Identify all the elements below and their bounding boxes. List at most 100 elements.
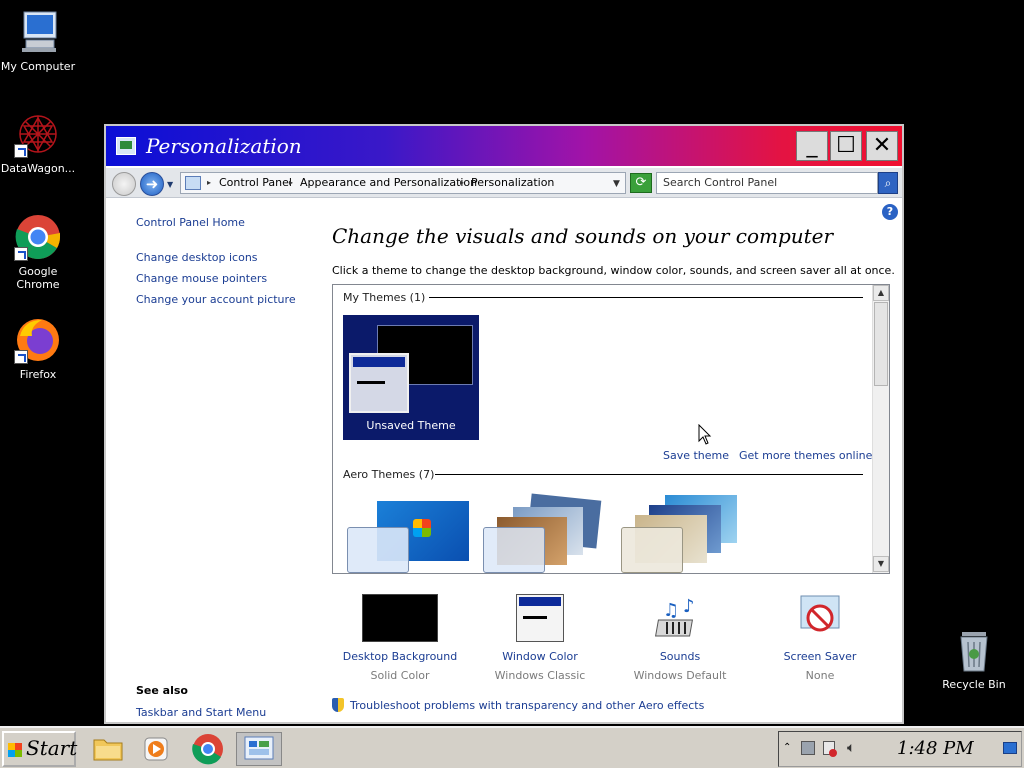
desktop-background-setting[interactable]: Desktop Background Solid Color [330,594,470,682]
aero-themes-header: Aero Themes (7) [343,468,435,481]
minimize-button[interactable]: _ [796,131,828,161]
divider [435,474,863,475]
themes-list[interactable]: My Themes (1) Unsaved Theme Save theme G… [332,284,890,574]
control-panel-home-link[interactable]: Control Panel Home [136,216,245,229]
show-hidden-icons-icon[interactable]: ⌃ [783,742,791,753]
screen-saver-icon [781,594,859,644]
setting-label[interactable]: Sounds [610,650,750,663]
theme-unsaved[interactable]: Unsaved Theme [343,315,479,440]
themes-scrollbar[interactable]: ▲ ▼ [872,285,889,573]
folder-icon [93,739,123,761]
chrome-icon [14,213,62,261]
network-icon[interactable] [801,741,815,755]
back-button[interactable] [112,172,136,196]
theme-windows-7[interactable] [347,499,471,573]
desktop-icon-recycle-bin[interactable]: Recycle Bin [936,626,1012,691]
screen-saver-setting[interactable]: Screen Saver None [750,594,890,682]
sounds-setting[interactable]: ♫ ♪ Sounds Windows Default [610,594,750,682]
personalization-window: Personalization _ ☐ ✕ ➜ ▼ ▸ Control Pane… [104,124,904,724]
maximize-button[interactable]: ☐ [830,131,862,161]
volume-icon[interactable]: 🔈︎ [847,740,855,756]
mouse-cursor-icon [698,424,712,445]
show-desktop-icon[interactable] [1003,742,1017,754]
forward-button[interactable]: ➜ [140,172,164,196]
recycle-bin-icon [950,626,998,674]
troubleshoot-label[interactable]: Troubleshoot problems with transparency … [350,699,704,712]
shortcut-arrow-icon [14,247,28,261]
desktop-icon-google-chrome[interactable]: Google Chrome [0,213,76,291]
window-title: Personalization [146,134,302,158]
page-title: Change the visuals and sounds on your co… [332,224,834,248]
desktop-icon-firefox[interactable]: Firefox [0,316,76,381]
media-player-taskbar-button[interactable] [138,732,174,766]
theme-preview-window [349,353,409,413]
scroll-up-icon[interactable]: ▲ [873,285,889,301]
shortcut-arrow-icon [14,144,28,158]
system-tray: ⌃ 🔈︎ 1:48 PM [778,731,1022,767]
chevron-right-icon[interactable]: ▸ [207,178,211,187]
taskbar-start-menu-link[interactable]: Taskbar and Start Menu [136,706,266,719]
breadcrumb-personalization[interactable]: Personalization [471,176,554,189]
chrome-icon [192,734,223,765]
setting-label[interactable]: Window Color [470,650,610,663]
windows-logo-icon [413,519,431,537]
theme-label: Unsaved Theme [366,419,456,432]
control-panel-icon [185,176,201,190]
get-more-themes-link[interactable]: Get more themes online [739,449,872,462]
breadcrumb[interactable]: ▸ Control Panel ▸ Appearance and Persona… [180,172,626,194]
desktop-background-icon [361,594,439,644]
help-icon[interactable]: ? [882,204,898,220]
theme-landscapes[interactable] [621,495,745,573]
see-also-heading: See also [136,684,188,697]
chrome-taskbar-button[interactable] [190,732,226,766]
address-bar: ➜ ▼ ▸ Control Panel ▸ Appearance and Per… [106,168,902,198]
clock[interactable]: 1:48 PM [897,738,974,759]
window-color-setting[interactable]: Window Color Windows Classic [470,594,610,682]
change-account-picture-link[interactable]: Change your account picture [136,293,296,306]
desktop-icon-datawagon[interactable]: DataWagon... [0,110,76,175]
shield-icon [332,698,344,712]
start-button[interactable]: Start [2,731,78,767]
chevron-right-icon[interactable]: ▸ [289,178,293,187]
personalization-taskbar-button[interactable] [236,732,282,766]
start-label: Start [26,736,78,760]
recent-pages-dropdown-icon[interactable]: ▼ [167,180,173,189]
troubleshoot-link[interactable]: Troubleshoot problems with transparency … [332,698,704,712]
svg-text:♪: ♪ [683,596,695,617]
theme-preview-window [483,527,545,573]
sounds-icon: ♫ ♪ [641,594,719,644]
svg-text:♫: ♫ [663,600,679,621]
search-input[interactable]: Search Control Panel [656,172,878,194]
media-player-icon [144,737,168,761]
scroll-thumb[interactable] [874,302,888,386]
theme-architecture[interactable] [483,493,607,573]
windows-logo-icon [8,743,22,757]
setting-value: Windows Classic [494,669,586,682]
setting-label[interactable]: Screen Saver [750,650,890,663]
close-button[interactable]: ✕ [866,131,898,161]
datawagon-icon [14,110,62,158]
refresh-button[interactable]: ⟳ [630,173,652,193]
title-bar[interactable]: Personalization _ ☐ ✕ [106,126,902,166]
search-icon[interactable]: ⌕ [878,172,898,194]
scroll-down-icon[interactable]: ▼ [873,556,889,572]
theme-preview-window [347,527,409,573]
shortcut-arrow-icon [14,350,28,364]
breadcrumb-appearance[interactable]: Appearance and Personalization [300,176,477,189]
computer-icon [14,8,62,56]
desktop-icon-my-computer[interactable]: My Computer [0,8,76,73]
desktop-icon-label: Firefox [19,368,57,381]
address-dropdown-icon[interactable]: ▼ [613,179,620,189]
chevron-right-icon[interactable]: ▸ [460,178,464,187]
setting-value: None [805,669,835,682]
explorer-taskbar-button[interactable] [90,732,126,766]
breadcrumb-control-panel[interactable]: Control Panel [219,176,292,189]
taskbar: Start ⌃ 🔈︎ 1:48 PM [0,726,1024,768]
setting-label[interactable]: Desktop Background [330,650,470,663]
desktop-icon-label: DataWagon... [0,162,76,175]
save-theme-link[interactable]: Save theme [663,449,729,462]
control-panel-icon [244,736,274,760]
change-desktop-icons-link[interactable]: Change desktop icons [136,251,258,264]
action-center-icon[interactable] [823,741,837,757]
change-mouse-pointers-link[interactable]: Change mouse pointers [136,272,267,285]
